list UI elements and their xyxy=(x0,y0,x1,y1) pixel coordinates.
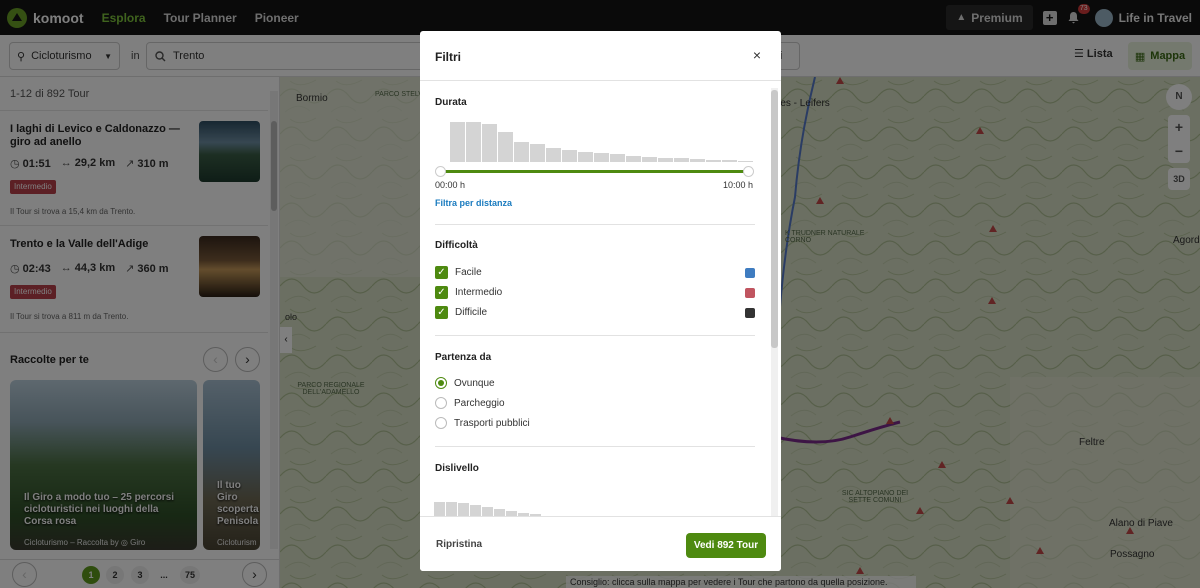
filters-dialog: Filtri × Durata 00:00 h 10:00 h Filtra p… xyxy=(420,31,781,571)
histogram-bar xyxy=(578,152,593,162)
parcheggio-label: Parcheggio xyxy=(454,397,505,409)
checkbox-difficile[interactable]: ✓ xyxy=(435,306,448,319)
histogram-bar xyxy=(434,502,445,516)
dialog-header: Filtri × xyxy=(420,31,781,81)
histogram-bar xyxy=(658,158,673,162)
duration-min-handle[interactable] xyxy=(435,166,446,177)
histogram-bar xyxy=(610,154,625,162)
duration-max-label: 10:00 h xyxy=(723,180,754,190)
difficile-label: Difficile xyxy=(455,307,488,318)
difficulty-option-difficile[interactable]: ✓ Difficile xyxy=(435,306,755,319)
difficile-color-swatch xyxy=(745,307,755,318)
trasporti-label: Trasporti pubblici xyxy=(454,417,530,429)
duration-slider-track[interactable] xyxy=(440,170,749,173)
filter-by-distance-link[interactable]: Filtra per distanza xyxy=(435,198,512,208)
dialog-scroll-thumb[interactable] xyxy=(771,90,778,348)
start-option-trasporti[interactable]: Trasporti pubblici xyxy=(435,417,755,429)
histogram-bar xyxy=(706,160,721,162)
duration-title: Durata xyxy=(435,97,467,108)
histogram-bar xyxy=(626,156,641,162)
checkbox-facile[interactable]: ✓ xyxy=(435,266,448,279)
histogram-bar xyxy=(674,158,689,162)
close-icon[interactable]: × xyxy=(753,47,761,63)
radio-parcheggio[interactable] xyxy=(435,397,447,409)
dialog-body: Durata 00:00 h 10:00 h Filtra per distan… xyxy=(420,82,781,516)
dialog-footer: Ripristina Vedi 892 Tour xyxy=(420,516,781,571)
histogram-bar xyxy=(450,122,465,162)
duration-histogram xyxy=(450,120,754,162)
ovunque-label: Ovunque xyxy=(454,377,495,389)
difficulty-title: Difficoltà xyxy=(435,240,478,251)
start-title: Partenza da xyxy=(435,352,492,363)
histogram-bar xyxy=(514,142,529,162)
histogram-bar xyxy=(470,505,481,516)
histogram-bar xyxy=(466,122,481,162)
checkbox-intermedio[interactable]: ✓ xyxy=(435,286,448,299)
histogram-bar xyxy=(458,503,469,516)
histogram-bar xyxy=(482,507,493,516)
elevation-histogram xyxy=(434,496,542,516)
duration-max-handle[interactable] xyxy=(743,166,754,177)
histogram-bar xyxy=(690,159,705,162)
difficulty-option-facile[interactable]: ✓ Facile xyxy=(435,266,755,279)
facile-color-swatch xyxy=(745,267,755,278)
histogram-bar xyxy=(446,502,457,516)
histogram-bar xyxy=(482,124,497,162)
histogram-bar xyxy=(642,157,657,162)
radio-trasporti[interactable] xyxy=(435,417,447,429)
histogram-bar xyxy=(494,509,505,516)
apply-filters-button[interactable]: Vedi 892 Tour xyxy=(686,533,766,558)
histogram-bar xyxy=(498,132,513,162)
intermedio-color-swatch xyxy=(745,287,755,298)
dialog-scrollbar[interactable] xyxy=(771,88,778,516)
dialog-title: Filtri xyxy=(435,50,461,64)
start-option-parcheggio[interactable]: Parcheggio xyxy=(435,397,755,409)
intermedio-label: Intermedio xyxy=(455,287,503,298)
histogram-bar xyxy=(546,148,561,162)
histogram-bar xyxy=(562,150,577,162)
histogram-bar xyxy=(594,153,609,162)
facile-label: Facile xyxy=(455,267,482,278)
duration-min-label: 00:00 h xyxy=(435,180,466,190)
histogram-bar xyxy=(530,144,545,162)
elevation-title: Dislivello xyxy=(435,463,479,474)
histogram-bar xyxy=(738,161,753,162)
start-option-ovunque[interactable]: Ovunque xyxy=(435,377,755,389)
reset-button[interactable]: Ripristina xyxy=(436,539,482,550)
radio-ovunque[interactable] xyxy=(435,377,447,389)
histogram-bar xyxy=(722,160,737,162)
difficulty-option-intermedio[interactable]: ✓ Intermedio xyxy=(435,286,755,299)
